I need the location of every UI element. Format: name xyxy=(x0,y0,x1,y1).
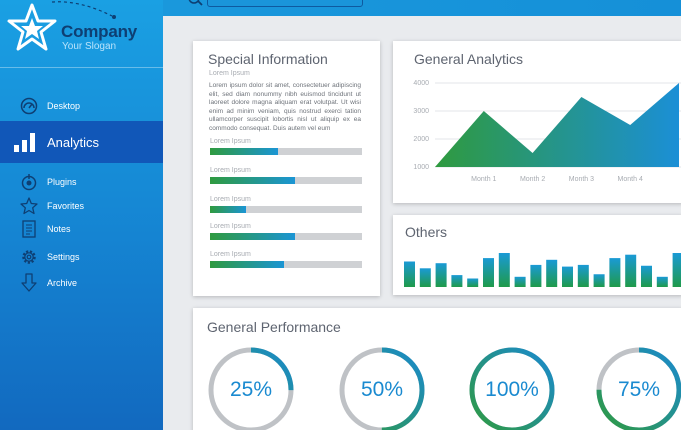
sidebar-item-label: Archive xyxy=(47,278,78,288)
progress-row: Lorem Ipsum xyxy=(210,138,362,155)
sidebar-item-settings[interactable]: Settings xyxy=(0,246,163,268)
progress-fill xyxy=(210,233,296,240)
sidebar-item-notes[interactable]: Notes xyxy=(0,218,163,240)
progress-track xyxy=(210,233,362,240)
x-tick-label: Month 4 xyxy=(618,176,643,183)
card-title: General Performance xyxy=(207,319,341,335)
sidebar-item-label: Desktop xyxy=(47,101,81,111)
gauge: 25% xyxy=(207,346,295,430)
card-title: Special Information xyxy=(208,51,328,67)
sidebar-item-label: Analytics xyxy=(47,134,100,150)
progress-row: Lorem Ipsum xyxy=(210,167,362,184)
progress-label: Lorem Ipsum xyxy=(210,251,251,258)
progress-label: Lorem Ipsum xyxy=(210,167,251,174)
bar-chart xyxy=(404,253,681,287)
bar xyxy=(451,275,463,287)
bar xyxy=(593,274,605,287)
gauge-value: 25% xyxy=(229,378,273,401)
gauge: 75% xyxy=(595,346,681,430)
progress-label: Lorem Ipsum xyxy=(210,138,251,145)
y-tick-label: 4000 xyxy=(413,80,429,87)
bar xyxy=(467,278,479,287)
progress-fill xyxy=(210,148,279,155)
top-bar xyxy=(163,0,681,16)
gauge-icon xyxy=(19,96,39,116)
sidebar-item-archive[interactable]: Archive xyxy=(0,272,163,294)
logo: Company Your Slogan xyxy=(0,0,163,68)
area-series xyxy=(435,83,679,167)
document-icon xyxy=(19,219,39,239)
gauge: 50% xyxy=(338,346,426,430)
bar xyxy=(435,263,447,287)
bar xyxy=(530,264,542,287)
special-information-card: Special Information Lorem Ipsum Lorem ip… xyxy=(193,41,380,296)
sidebar-item-label: Favorites xyxy=(47,201,85,211)
bar xyxy=(514,276,526,287)
search-input[interactable] xyxy=(207,0,363,7)
bar xyxy=(609,258,621,287)
sidebar-item-label: Plugins xyxy=(47,177,77,187)
general-performance-card: General Performance 25% 50% 100% 75% xyxy=(193,308,681,430)
gear-icon xyxy=(19,247,39,267)
card-subtitle: Lorem Ipsum xyxy=(209,70,250,77)
progress-label: Lorem Ipsum xyxy=(210,223,251,230)
search-icon[interactable] xyxy=(187,0,205,8)
bar xyxy=(656,276,668,287)
gauge-value: 100% xyxy=(485,378,539,401)
bar xyxy=(498,253,510,287)
y-tick-label: 2000 xyxy=(413,136,429,143)
gauge-value: 50% xyxy=(360,378,404,401)
gauge-value: 75% xyxy=(617,378,661,401)
download-icon xyxy=(19,273,39,293)
progress-row: Lorem Ipsum xyxy=(210,251,362,268)
card-body-text: Lorem ipsum dolor sit amet, consectetuer… xyxy=(209,82,361,132)
progress-row: Lorem Ipsum xyxy=(210,196,362,213)
star-icon xyxy=(19,196,39,216)
y-tick-label: 1000 xyxy=(413,164,429,171)
x-tick-label: Month 3 xyxy=(569,176,594,183)
sidebar-item-favorites[interactable]: Favorites xyxy=(0,195,163,217)
progress-fill xyxy=(210,206,247,213)
progress-fill xyxy=(210,177,296,184)
bar-chart-icon xyxy=(13,130,37,154)
others-card: Others xyxy=(393,215,681,295)
area-chart: 1000 2000 3000 4000 Month 1 Month 2 Month 3 Mon… xyxy=(413,80,681,183)
sidebar-item-desktop[interactable]: Desktop xyxy=(0,95,163,117)
sidebar-item-label: Settings xyxy=(47,252,80,262)
bar xyxy=(641,265,652,287)
sidebar: Company Your Slogan Desktop Analytics Pl… xyxy=(0,0,163,430)
progress-track xyxy=(210,177,362,184)
progress-track xyxy=(210,261,362,268)
swoosh-icon xyxy=(51,1,116,19)
y-tick-label: 3000 xyxy=(413,108,429,115)
gauge: 100% xyxy=(468,346,556,430)
sidebar-item-plugins[interactable]: Plugins xyxy=(0,171,163,193)
bar xyxy=(577,264,589,287)
company-name: Company xyxy=(61,22,138,41)
bar xyxy=(419,268,431,287)
x-tick-label: Month 2 xyxy=(520,176,545,183)
progress-track xyxy=(210,148,362,155)
progress-fill xyxy=(210,261,285,268)
power-icon xyxy=(19,172,39,192)
bar xyxy=(625,254,637,287)
bar xyxy=(562,266,573,287)
bar xyxy=(404,261,415,287)
progress-label: Lorem Ipsum xyxy=(210,196,251,203)
bar xyxy=(483,258,494,287)
bar xyxy=(546,259,558,287)
progress-row: Lorem Ipsum xyxy=(210,223,362,240)
company-slogan: Your Slogan xyxy=(62,41,117,52)
x-tick-label: Month 1 xyxy=(471,176,496,183)
general-analytics-card: General Analytics 1000 2000 3000 4000 Month … xyxy=(393,41,681,203)
bar xyxy=(672,253,681,287)
sidebar-item-analytics[interactable]: Analytics xyxy=(0,121,163,163)
progress-track xyxy=(210,206,362,213)
sidebar-item-label: Notes xyxy=(47,224,71,234)
